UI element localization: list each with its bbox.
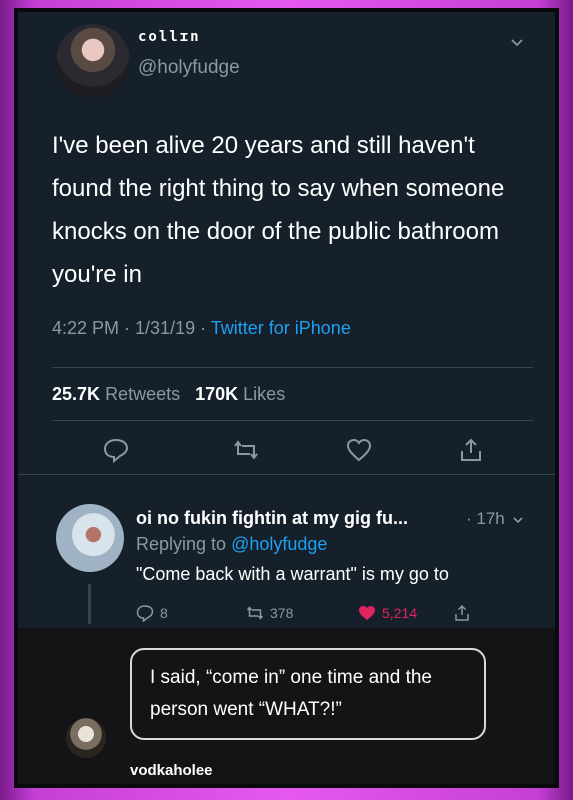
like-icon[interactable] bbox=[346, 437, 372, 463]
replying-to: Replying to @holyfudge bbox=[136, 534, 327, 555]
tweet-timestamp: 4:22 PM · 1/31/19 · Twitter for iPhone bbox=[52, 318, 351, 339]
user-handle[interactable]: @holyfudge bbox=[138, 57, 240, 79]
retweets-label[interactable]: Retweets bbox=[105, 384, 180, 404]
comment-avatar[interactable] bbox=[66, 718, 106, 758]
avatar[interactable] bbox=[56, 24, 130, 98]
reply-reply-action[interactable]: 8 bbox=[136, 604, 168, 622]
reply-retweet-count: 378 bbox=[270, 605, 294, 621]
replying-to-handle[interactable]: @holyfudge bbox=[231, 534, 327, 554]
chevron-down-icon[interactable] bbox=[510, 36, 524, 50]
divider bbox=[52, 420, 533, 421]
reply-share-action[interactable] bbox=[453, 604, 471, 622]
tweet-stats: 25.7K Retweets 170K Likes bbox=[52, 384, 285, 405]
comment-bubble: I said, “come in” one time and the perso… bbox=[130, 648, 486, 740]
display-name[interactable]: collɪn bbox=[138, 29, 201, 45]
screenshot-frame: collɪn @holyfudge I've been alive 20 yea… bbox=[14, 8, 559, 788]
divider bbox=[52, 367, 533, 368]
divider bbox=[18, 474, 555, 475]
replying-to-label: Replying to bbox=[136, 534, 227, 554]
reply-icon bbox=[136, 605, 154, 622]
share-icon bbox=[455, 604, 469, 621]
heart-filled-icon bbox=[359, 606, 375, 620]
retweets-count[interactable]: 25.7K bbox=[52, 384, 100, 404]
comment-section: I said, “come in” one time and the perso… bbox=[18, 628, 555, 784]
reply-time: · 17h bbox=[466, 509, 505, 528]
reply-retweet-action[interactable]: 378 bbox=[246, 604, 293, 622]
share-icon[interactable] bbox=[458, 437, 484, 463]
retweet-icon[interactable] bbox=[233, 437, 259, 463]
reply-display-name[interactable]: oi no fukin fightin at my gig fu... bbox=[136, 508, 408, 529]
chevron-down-icon[interactable] bbox=[512, 514, 524, 526]
thread-line bbox=[88, 584, 91, 624]
likes-label[interactable]: Likes bbox=[243, 384, 285, 404]
reply-avatar[interactable] bbox=[56, 504, 124, 572]
likes-count[interactable]: 170K bbox=[195, 384, 238, 404]
tweet-text: I've been alive 20 years and still haven… bbox=[52, 132, 505, 288]
tweet-source[interactable]: Twitter for iPhone bbox=[211, 318, 351, 338]
reply-like-action[interactable]: 5,214 bbox=[358, 604, 417, 622]
retweet-icon bbox=[246, 606, 264, 620]
reply-like-count: 5,214 bbox=[382, 605, 418, 621]
tweet-time-date: 4:22 PM · 1/31/19 · bbox=[52, 318, 211, 338]
comment-username[interactable]: vodkaholee bbox=[130, 762, 213, 779]
reply-icon[interactable] bbox=[103, 437, 129, 463]
reply-count: 8 bbox=[160, 605, 168, 621]
tweet-card: collɪn @holyfudge I've been alive 20 yea… bbox=[18, 12, 555, 628]
reply-text: "Come back with a warrant" is my go to bbox=[136, 564, 449, 584]
